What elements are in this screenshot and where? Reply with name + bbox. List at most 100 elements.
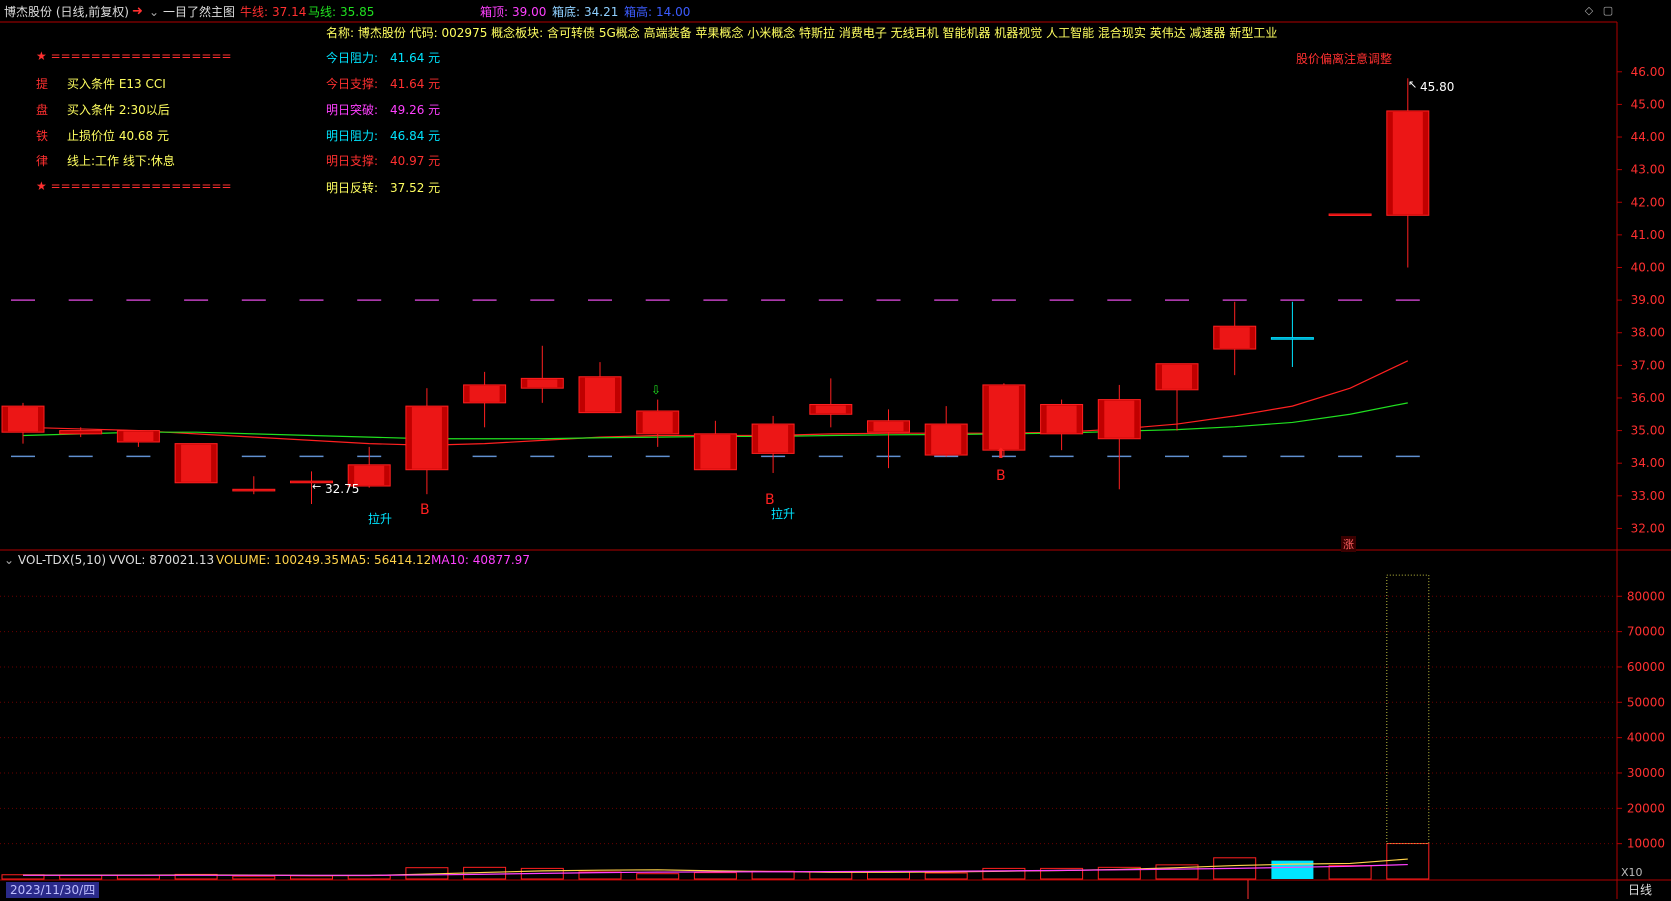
price-tick-label: 32.00 xyxy=(1631,521,1665,535)
volume-bar xyxy=(232,875,276,880)
volume-tick-label: 10000 xyxy=(1627,837,1665,851)
price-tick-label: 45.00 xyxy=(1631,97,1665,111)
price-tick-label: 41.00 xyxy=(1631,228,1665,242)
level-label: 明日阻力: xyxy=(326,129,379,143)
candle-body-inner xyxy=(8,407,38,432)
price-tick-label: 42.00 xyxy=(1631,195,1665,209)
price-tick-label: 36.00 xyxy=(1631,391,1665,405)
buy-signal-b: B xyxy=(420,502,430,518)
box-top-value: 39.00 xyxy=(512,5,547,19)
chart-canvas[interactable]: 32.00 33.00 34.00 35.00 36.00 37.00 38.00 39.00… xyxy=(0,0,1671,901)
volume-bar xyxy=(924,872,968,880)
period-button[interactable]: 日线 xyxy=(1628,882,1652,898)
level-value: 41.64 元 xyxy=(390,77,441,91)
niu-value: 37.14 xyxy=(272,5,307,19)
arrow-left-icon: ↖ xyxy=(1408,78,1418,91)
candle-body-inner xyxy=(123,431,154,441)
volume-tick-label: 60000 xyxy=(1627,660,1665,674)
volume-projection xyxy=(1386,574,1430,845)
restore-icon[interactable]: ▢ xyxy=(1601,4,1615,18)
box-bottom-label: 箱底: xyxy=(552,5,581,19)
volume-ma10-line xyxy=(23,863,1408,876)
candle-body-inner xyxy=(873,421,904,432)
level-label: 今日支撑: xyxy=(326,77,379,91)
candle-body-inner xyxy=(1104,400,1135,438)
diamond-icon[interactable]: ◇ xyxy=(1582,4,1596,18)
candle-body-inner xyxy=(700,434,731,469)
chevron-down-icon[interactable]: ⌄ xyxy=(149,3,159,21)
volume-bar xyxy=(290,875,333,880)
volume-bar xyxy=(636,873,680,880)
volume-bar xyxy=(1386,843,1430,880)
level-label: 明日反转: xyxy=(326,181,379,195)
niu-label: 牛线: xyxy=(240,5,269,19)
volume-tick-label: 30000 xyxy=(1627,766,1665,780)
candle-body xyxy=(59,430,103,435)
panel-row-text: 止损价位 40.68 元 xyxy=(67,129,169,143)
current-date: 2023/11/30/四 xyxy=(6,882,100,898)
up-arrow-icon[interactable]: ➜ xyxy=(132,3,143,21)
level-value: 46.84 元 xyxy=(390,129,441,143)
price-tick-label: 34.00 xyxy=(1631,456,1665,470)
candle-body-inner xyxy=(988,385,1019,450)
price-tick-label: 40.00 xyxy=(1631,260,1665,274)
arrow-down-icon: ⇩ xyxy=(651,383,662,397)
panel-tag: 提 xyxy=(36,77,49,91)
candle-body-inner xyxy=(758,425,789,453)
panel-row-text: 买入条件 2:30以后 xyxy=(67,103,170,117)
candle-body-inner xyxy=(815,405,846,414)
box-top-label: 箱顶: xyxy=(480,5,509,19)
volume-bar xyxy=(982,867,1026,880)
arrow-up-icon: ⬆ xyxy=(995,446,1007,462)
volume-tick-label: 40000 xyxy=(1627,731,1665,745)
price-tick-label: 44.00 xyxy=(1631,130,1665,144)
candle-body-inner xyxy=(1392,111,1423,215)
volume-bar xyxy=(59,874,103,880)
panel-row-text: 线上:工作 线下:休息 xyxy=(67,154,175,168)
candle-body xyxy=(232,488,276,492)
volume-tick-label: 70000 xyxy=(1627,625,1665,639)
candle-body-inner xyxy=(931,425,962,455)
level-label: 今日阻力: xyxy=(326,51,379,65)
panel-bottom-border: ★ ================== xyxy=(36,179,232,193)
price-tick-label: 35.00 xyxy=(1631,424,1665,438)
panel-tag: 律 xyxy=(36,154,49,168)
candle-body-inner xyxy=(585,377,615,412)
box-height-label: 箱高: xyxy=(624,5,653,19)
level-value: 40.97 元 xyxy=(390,154,441,168)
candle-body-inner xyxy=(527,379,558,388)
panel-top-border: ★ ================== xyxy=(36,49,232,63)
chevron-down-icon[interactable]: ⌄ xyxy=(4,552,14,568)
price-tick-label: 37.00 xyxy=(1631,358,1665,372)
candle-body-inner xyxy=(181,444,212,482)
box-height-value: 14.00 xyxy=(656,5,691,19)
indicator-name[interactable]: 一目了然主图 xyxy=(163,3,235,21)
price-tick-label: 38.00 xyxy=(1631,326,1665,340)
candle-body-inner xyxy=(1162,364,1192,389)
high-price-label: 45.80 xyxy=(1420,80,1455,94)
low-price-label: 32.75 xyxy=(325,482,360,496)
volume-tick-label: 50000 xyxy=(1627,695,1665,709)
volume-tick-label: 20000 xyxy=(1627,801,1665,815)
vvol-value: VVOL: 870021.13 xyxy=(109,553,215,567)
level-label: 明日支撑: xyxy=(326,154,379,168)
candle-body-inner xyxy=(1219,327,1250,349)
chart-title: 博杰股份 (日线,前复权) xyxy=(4,5,129,19)
buy-signal-b: B xyxy=(765,492,775,508)
level-value: 37.52 元 xyxy=(390,181,441,195)
candle-body-inner xyxy=(1046,405,1077,433)
volume-bar xyxy=(809,871,853,880)
volume-value: VOLUME: 100249.35 xyxy=(216,553,339,567)
volume-bar xyxy=(1328,865,1372,880)
price-tick-label: 46.00 xyxy=(1631,65,1665,79)
zhang-badge: 涨 xyxy=(1341,536,1356,552)
volume-indicator-name[interactable]: VOL-TDX(5,10) xyxy=(18,552,106,568)
volume-tick-label: 80000 xyxy=(1627,589,1665,603)
panel-tag: 铁 xyxy=(36,129,49,143)
price-tick-label: 43.00 xyxy=(1631,163,1665,177)
ma-value: 35.85 xyxy=(340,5,375,19)
candle-body-inner xyxy=(642,412,673,433)
warning-text: 股价偏离注意调整 xyxy=(1296,52,1393,66)
candle-body xyxy=(1328,213,1372,216)
candle-body-inner xyxy=(411,407,442,469)
